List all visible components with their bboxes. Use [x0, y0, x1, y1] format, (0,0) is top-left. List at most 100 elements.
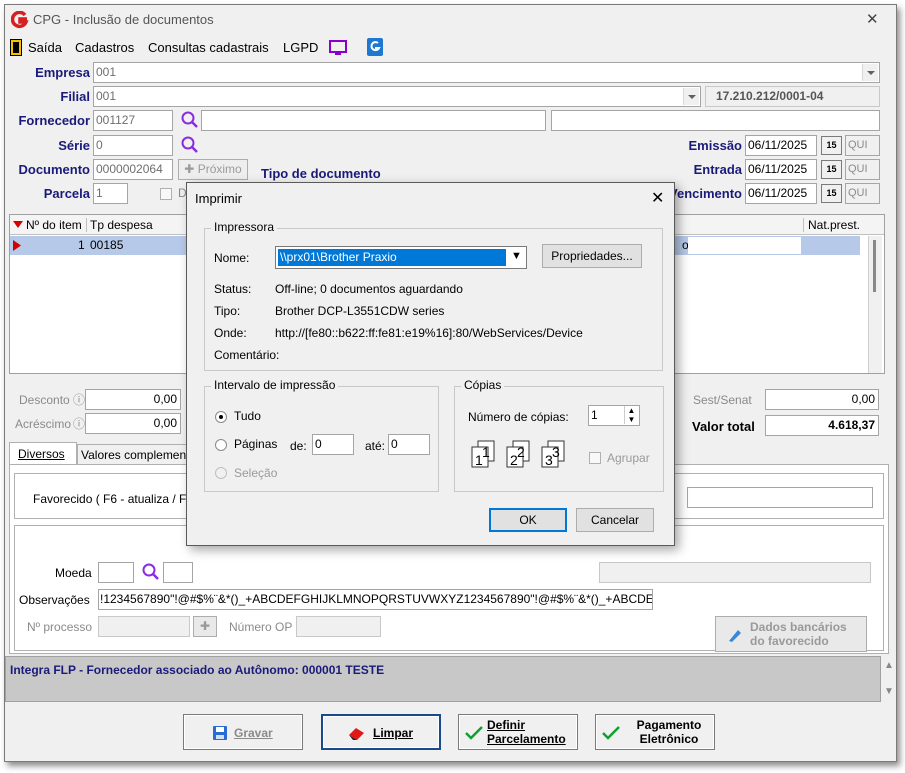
selecao-label: Seleção — [234, 466, 278, 480]
menu-consultas-cadastrais[interactable]: Consultas cadastrais — [148, 40, 269, 55]
num-copias-field[interactable]: 1 ▲ ▼ — [588, 405, 640, 426]
menu-lgpd[interactable]: LGPD — [283, 40, 318, 55]
numero-op-label: Número OP — [229, 620, 293, 634]
grid-scrollbar[interactable] — [868, 236, 882, 373]
serie-search-icon[interactable] — [180, 135, 200, 155]
sort-down-icon — [13, 221, 23, 228]
filial-dropdown-icon[interactable] — [683, 88, 699, 105]
observacoes-field[interactable]: !1234567890"!@#$%¨&*()_+ABCDEFGHIJKLMNOP… — [98, 589, 653, 610]
empresa-field[interactable]: 001 — [93, 62, 880, 83]
fornecedor-search-icon[interactable] — [180, 110, 200, 130]
dialog-close-button[interactable]: ✕ — [651, 188, 664, 208]
svg-text:3: 3 — [552, 444, 560, 460]
menu-cadastros[interactable]: Cadastros — [75, 40, 134, 55]
pagamento-eletronico-button[interactable]: Pagamento Eletrônico — [595, 714, 715, 750]
svg-text:1: 1 — [482, 444, 490, 460]
moeda-search-icon[interactable] — [141, 562, 161, 582]
valor-total-field: 4.618,37 — [765, 415, 879, 436]
moeda-field[interactable] — [98, 562, 134, 583]
proximo-button[interactable]: ✚ Próximo — [178, 159, 248, 180]
desconto-label: Desconto — [19, 393, 70, 407]
ate-field[interactable]: 0 — [388, 434, 430, 455]
nprocesso-field — [98, 616, 190, 637]
emissao-calendar-icon[interactable]: 15 — [821, 136, 842, 155]
selecao-radio[interactable] — [215, 467, 227, 479]
entrada-calendar-icon[interactable]: 15 — [821, 160, 842, 179]
app-g-icon[interactable] — [367, 38, 383, 56]
de-label: de: — [290, 439, 307, 453]
empresa-dropdown-icon[interactable] — [862, 64, 878, 81]
fornecedor-label: Fornecedor — [18, 113, 90, 128]
tudo-radio[interactable] — [215, 411, 227, 423]
fornecedor-field[interactable]: 001127 — [93, 110, 173, 131]
definir-label: Definir Parcelamento — [487, 718, 566, 746]
dialog-title: Imprimir — [195, 191, 242, 206]
status-scrollbar[interactable]: ▲ ▼ — [882, 656, 896, 702]
row-edit-cell[interactable] — [688, 237, 801, 254]
filial-value: 001 — [96, 89, 117, 103]
gravar-label: Gravar — [234, 726, 273, 740]
menu-saida[interactable]: Saída — [28, 40, 62, 55]
agrupar-label: Agrupar — [607, 451, 650, 465]
sest-senat-field[interactable]: 0,00 — [765, 389, 879, 410]
fornecedor-name-field[interactable] — [201, 110, 546, 131]
numero-op-field — [296, 616, 381, 637]
desconto-info-icon: ⓘ — [73, 393, 86, 407]
num-copias-value: 1 — [591, 408, 598, 422]
tipo-label: Tipo: — [214, 304, 241, 318]
documento-label: Documento — [18, 162, 91, 177]
emissao-day: QUI — [845, 135, 880, 156]
definir-parcelamento-button[interactable]: Definir Parcelamento — [458, 714, 578, 750]
filial-field[interactable]: 001 — [93, 86, 701, 107]
grid-header-tp-despesa[interactable]: Tp despesa — [86, 218, 153, 232]
printer-select[interactable]: \\prx01\Brother Praxio ▼ — [275, 246, 527, 269]
exit-door-icon — [10, 39, 22, 56]
scroll-down-icon[interactable]: ▼ — [884, 686, 894, 697]
onde-label: Onde: — [214, 326, 247, 340]
documento-field[interactable]: 0000002064 — [93, 159, 173, 180]
propriedades-button[interactable]: Propriedades... — [542, 244, 642, 268]
gravar-button[interactable]: Gravar — [183, 714, 303, 750]
spin-icon[interactable]: ▲ ▼ — [624, 406, 638, 424]
vencimento-field[interactable]: 06/11/2025 — [745, 183, 817, 204]
window-close-button[interactable]: ✕ — [866, 10, 879, 28]
scroll-up-icon[interactable]: ▲ — [884, 660, 894, 671]
grid-header-nat-prest[interactable]: Nat.prest. — [803, 218, 860, 232]
empresa-value: 001 — [96, 65, 117, 79]
screen-icon[interactable] — [329, 40, 347, 56]
favorecido-field[interactable] — [687, 487, 873, 508]
paginas-radio[interactable] — [215, 439, 227, 451]
impressora-group: Impressora Nome: \\prx01\Brother Praxio … — [204, 220, 663, 371]
dados-bancarios-button[interactable]: Dados bancários do favorecido — [715, 616, 867, 652]
emissao-field[interactable]: 06/11/2025 — [745, 135, 817, 156]
nome-label: Nome: — [214, 251, 250, 265]
ate-label: até: — [365, 439, 386, 453]
agrupar-checkbox[interactable] — [589, 452, 601, 464]
print-dialog: Imprimir ✕ Impressora Nome: \\prx01\Brot… — [186, 182, 675, 546]
entrada-field[interactable]: 06/11/2025 — [745, 159, 817, 180]
chevron-down-icon[interactable]: ▼ — [511, 250, 522, 262]
moeda-desc-field[interactable] — [163, 562, 193, 583]
ok-button[interactable]: OK — [489, 508, 567, 532]
acrescimo-field[interactable]: 0,00 — [85, 413, 181, 434]
check-icon — [602, 726, 620, 740]
desconto-field[interactable]: 0,00 — [85, 389, 181, 410]
grid-header-item[interactable]: Nº do item — [26, 218, 82, 232]
limpar-button[interactable]: Limpar — [321, 714, 441, 750]
de-field[interactable]: 0 — [312, 434, 354, 455]
cancelar-button[interactable]: Cancelar — [576, 508, 654, 532]
intervalo-group-title: Intervalo de impressão — [211, 378, 339, 392]
status-area: Integra FLP - Fornecedor associado ao Au… — [5, 656, 881, 702]
limpar-label: Limpar — [373, 726, 414, 740]
parcela-checkbox[interactable] — [160, 188, 172, 200]
tab-diversos[interactable]: Diversos — [9, 442, 77, 464]
grid-scroll-thumb[interactable] — [873, 240, 876, 292]
acrescimo-label: Acréscimo — [15, 417, 72, 431]
vencimento-calendar-icon[interactable]: 15 — [821, 184, 842, 203]
tab-valores-complementares[interactable]: Valores complementa — [77, 444, 197, 464]
fornecedor-extra-field[interactable] — [551, 110, 880, 131]
sest-senat-label: Sest/Senat — [693, 393, 752, 407]
serie-field[interactable]: 0 — [93, 135, 173, 156]
parcela-field[interactable]: 1 — [93, 183, 128, 204]
svg-text:1: 1 — [475, 452, 483, 468]
